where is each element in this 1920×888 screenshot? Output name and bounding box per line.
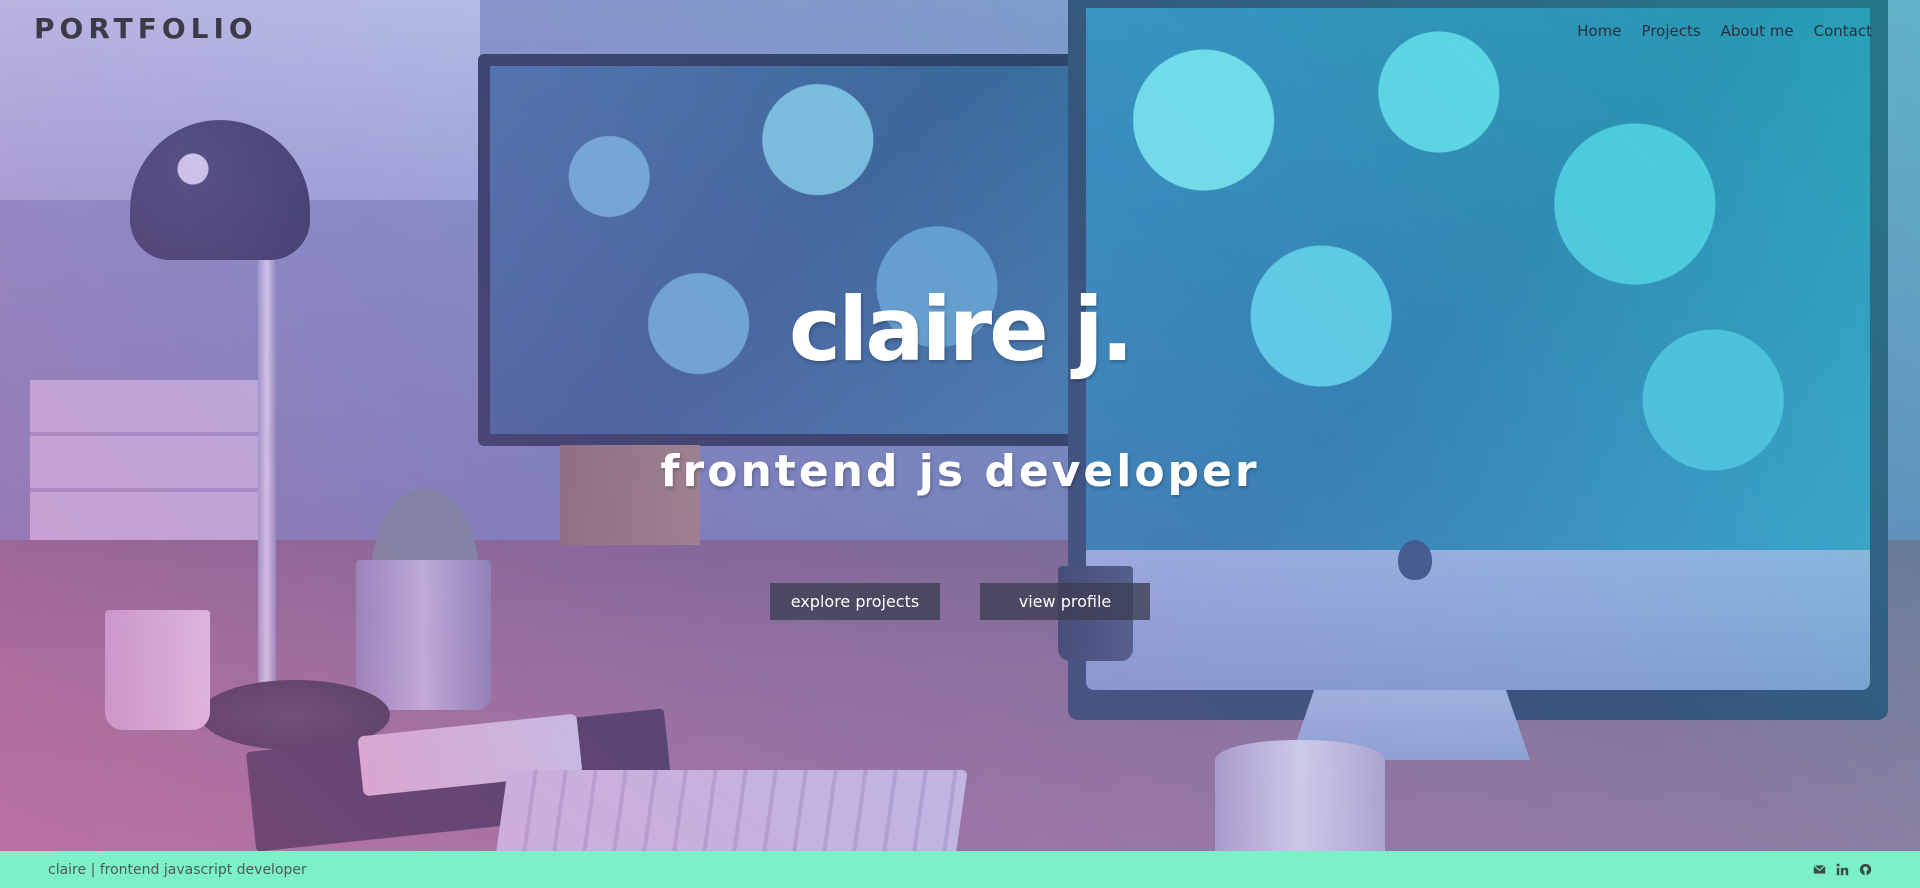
gradient-overlay — [0, 0, 1920, 851]
explore-projects-button[interactable]: explore projects — [770, 583, 940, 620]
nav-link-contact[interactable]: Contact — [1814, 22, 1872, 40]
hero-title: claire j. — [788, 278, 1134, 381]
linkedin-icon[interactable] — [1836, 863, 1849, 876]
site-logo[interactable]: PORTFOLIO — [34, 12, 258, 45]
nav-link-home[interactable]: Home — [1577, 22, 1621, 40]
github-icon[interactable] — [1859, 863, 1872, 876]
view-profile-button[interactable]: view profile — [980, 583, 1150, 620]
nav-link-about[interactable]: About me — [1721, 22, 1794, 40]
hero-subtitle: frontend js developer — [660, 446, 1260, 497]
footer: claire | frontend javascript developer — [0, 851, 1920, 888]
footer-text: claire | frontend javascript developer — [48, 861, 307, 878]
main-nav: Home Projects About me Contact — [1577, 22, 1872, 40]
nav-link-projects[interactable]: Projects — [1642, 22, 1701, 40]
email-icon[interactable] — [1813, 863, 1826, 876]
hero-section: PORTFOLIO Home Projects About me Contact… — [0, 0, 1920, 851]
footer-social-links — [1813, 863, 1872, 876]
